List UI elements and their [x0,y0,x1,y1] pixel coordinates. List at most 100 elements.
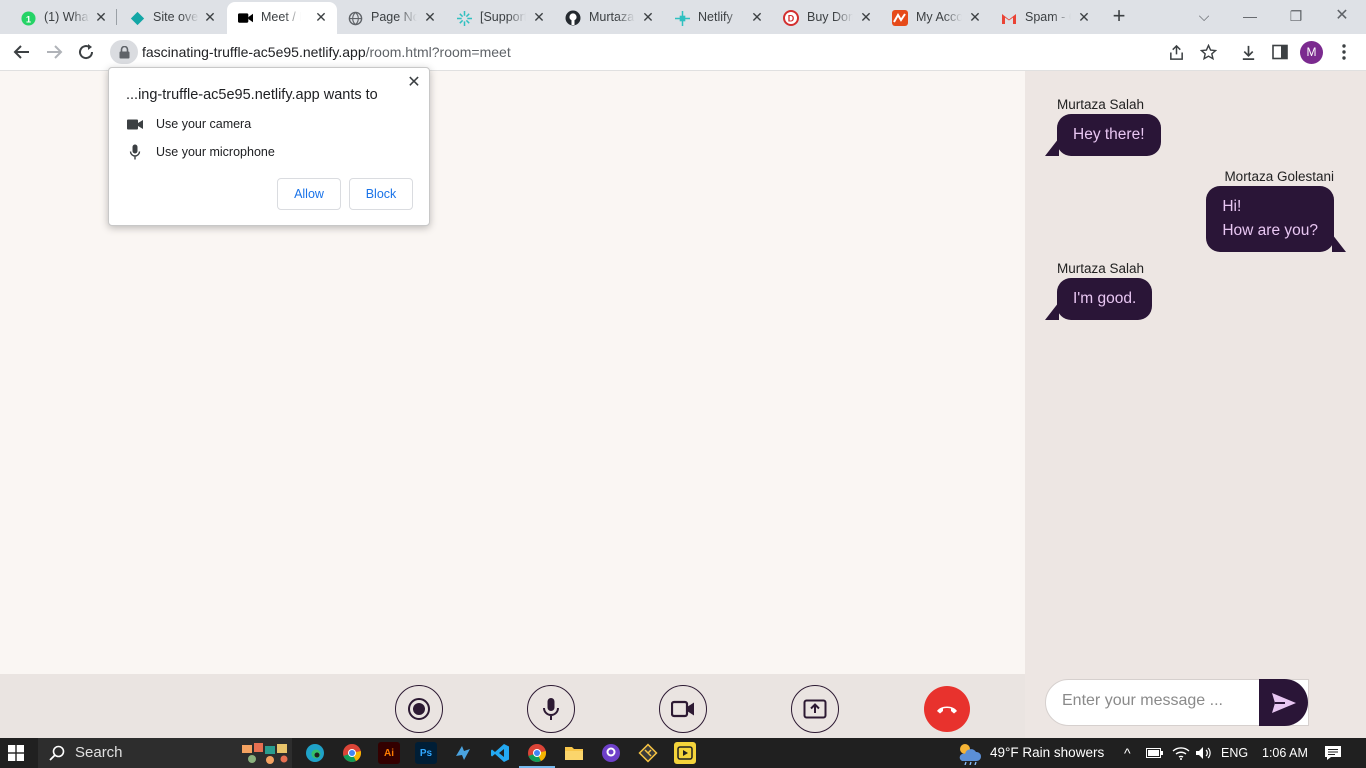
weather-icon[interactable] [956,738,982,768]
send-message-button[interactable] [1259,679,1308,726]
close-tab-icon[interactable]: ✕ [313,9,329,25]
profile-avatar[interactable]: M [1300,41,1323,64]
close-tab-icon[interactable]: ✕ [967,9,983,25]
url-host: fascinating-truffle-ac5e95.netlify.app [142,44,366,60]
downloads-button[interactable] [1236,40,1260,64]
tab-my-account[interactable]: My Account ✕ [882,0,991,34]
back-arrow-icon [13,45,29,59]
github-desktop-icon[interactable] [600,742,622,764]
allow-button[interactable]: Allow [277,178,341,210]
lightning-app-icon[interactable] [452,742,474,764]
svg-text:1: 1 [25,14,30,24]
back-button[interactable] [10,40,34,64]
permission-label: Use your microphone [156,145,275,159]
close-tab-icon[interactable]: ✕ [93,9,109,25]
bookmark-star-button[interactable] [1196,40,1220,64]
netlify-icon [674,10,690,26]
photoshop-icon[interactable]: Ps [415,742,437,764]
forward-button[interactable] [42,40,66,64]
browser-menu-button[interactable] [1332,40,1356,64]
tab-netlify[interactable]: Netlify ✕ [664,0,773,34]
permission-item-camera: Use your camera [126,116,251,132]
message-sender: Mortaza Golestani [1224,169,1334,184]
domain-icon: D [783,10,799,26]
file-explorer-icon[interactable] [563,742,585,764]
close-window-button[interactable]: ✕ [1330,4,1354,28]
message-text: Hey there! [1073,126,1145,143]
notifications-icon[interactable] [1324,738,1342,768]
close-tab-icon[interactable]: ✕ [422,9,438,25]
volume-icon[interactable] [1195,738,1211,768]
chrome-icon[interactable] [341,742,363,764]
battery-icon[interactable] [1146,738,1164,768]
message-text: Hi! [1222,198,1242,215]
permission-label: Use your camera [156,117,252,131]
close-tab-icon[interactable]: ✕ [531,9,547,25]
svg-text:D: D [788,14,795,24]
permission-item-microphone: Use your microphone [126,144,275,160]
minimize-window-button[interactable]: — [1238,4,1262,28]
screen-share-icon [803,699,827,719]
permission-prompt: ...ing-truffle-ac5e95.netlify.app wants … [108,67,430,226]
search-highlight-icon [240,741,292,768]
close-prompt-button[interactable]: ✕ [405,74,423,92]
close-tab-icon[interactable]: ✕ [202,9,218,25]
share-button[interactable] [1164,40,1188,64]
restore-window-button[interactable]: ❐ [1284,4,1308,28]
tab-page-not-found[interactable]: Page Not Found ✕ [337,0,446,34]
reload-button[interactable] [74,40,98,64]
weather-text[interactable]: 49°F Rain showers [990,738,1104,768]
close-tab-icon[interactable]: ✕ [749,9,765,25]
git-icon[interactable] [637,742,659,764]
download-icon [1242,45,1254,60]
lock-icon[interactable] [110,40,138,64]
wifi-icon[interactable] [1172,738,1190,768]
address-bar[interactable]: fascinating-truffle-ac5e95.netlify.app/r… [108,37,1228,67]
camera-button[interactable] [659,685,707,733]
browser-tab-strip: 1 (1) WhatsApp ✕ Site overview ✕ Meet / … [0,0,1366,34]
tab-search-chevron-icon[interactable]: ⌵ [1192,4,1216,28]
close-tab-icon[interactable]: ✕ [640,9,656,25]
block-button[interactable]: Block [349,178,413,210]
media-app-icon[interactable] [674,742,696,764]
tab-support[interactable]: [Support] ✕ [446,0,555,34]
record-button[interactable] [395,685,443,733]
star-icon [1199,43,1217,60]
chat-message: Murtaza Salah Hey there! [1045,97,1161,156]
message-bubble: Hi! How are you? [1206,186,1346,252]
search-icon [49,745,65,766]
netlify-spark-icon [456,10,472,26]
new-tab-button[interactable]: + [1108,5,1130,28]
message-input[interactable] [1062,692,1257,710]
message-sender: Murtaza Salah [1057,261,1145,276]
hang-up-button[interactable] [924,686,970,732]
tab-meet-active[interactable]: Meet / Room ✕ [227,2,337,34]
taskbar-search-box[interactable]: Search [38,738,292,768]
send-icon [1271,692,1296,713]
video-camera-icon [237,10,253,26]
microphone-button[interactable] [527,685,575,733]
tab-title: (1) WhatsApp [44,10,90,24]
url-text[interactable]: fascinating-truffle-ac5e95.netlify.app/r… [142,44,511,60]
tab-title: Site overview [153,10,199,24]
chrome-active-icon[interactable] [519,742,555,768]
tab-site-overview[interactable]: Site overview ✕ [117,0,226,34]
chat-panel: Murtaza Salah Hey there! Mortaza Golesta… [1025,71,1366,738]
globe-icon [347,10,363,26]
share-screen-button[interactable] [791,685,839,733]
close-tab-icon[interactable]: ✕ [1076,9,1092,25]
vscode-icon[interactable] [489,742,511,764]
edge-icon[interactable] [304,742,326,764]
tab-github[interactable]: Murtaza ✕ [555,0,664,34]
tab-gmail[interactable]: Spam - Gmail ✕ [991,0,1100,34]
tab-buy-domain[interactable]: D Buy Domain ✕ [773,0,882,34]
clock[interactable]: 1:06 AM [1262,738,1308,768]
side-panel-button[interactable] [1268,40,1292,64]
illustrator-icon[interactable]: Ai [378,742,400,764]
close-tab-icon[interactable]: ✕ [858,9,874,25]
tab-whatsapp[interactable]: 1 (1) WhatsApp ✕ [0,0,117,34]
language-indicator[interactable]: ENG [1221,738,1248,768]
tray-overflow-chevron-icon[interactable]: ^ [1124,738,1131,768]
windows-start-icon[interactable] [8,745,24,761]
tab-title: Page Not Found [371,10,417,24]
